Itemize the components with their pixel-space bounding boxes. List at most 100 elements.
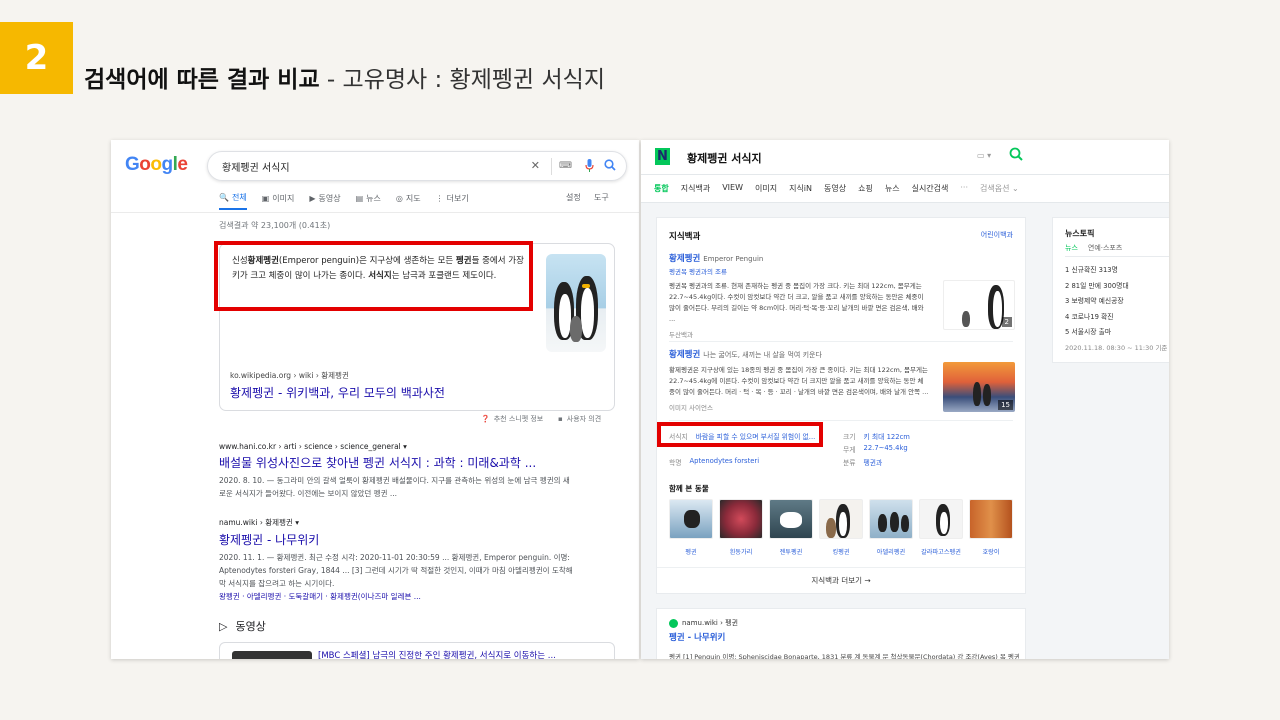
result-title[interactable]: 배설물 위성사진으로 찾아낸 펭귄 서식지 : 과학 : 미래&과학 ... <box>219 454 599 471</box>
mic-icon[interactable] <box>585 159 594 176</box>
snippet-feedback[interactable]: ▪ 사용자 의견 <box>558 414 601 424</box>
close-icon[interactable]: ✕ <box>531 159 540 173</box>
entry-subtitle[interactable]: 펭귄목 펭귄과의 조류 <box>669 266 1015 276</box>
result-url[interactable]: namu.wiki › 황제펭귄 ▾ <box>219 517 599 528</box>
tools-link[interactable]: 도구 <box>594 192 609 203</box>
animal-label[interactable]: 킹펭귄 <box>819 547 863 556</box>
tab-kin[interactable]: 지식iN <box>789 183 812 194</box>
naver-logo[interactable]: N <box>655 148 670 165</box>
news-topic-item[interactable]: 2 81일 만에 300명대 <box>1065 280 1129 296</box>
animal-label[interactable]: 호랑이 <box>969 547 1013 556</box>
tab-realtime[interactable]: 실시간검색 <box>912 183 949 194</box>
snippet-info[interactable]: ❓ 추천 스니펫 정보 <box>481 414 543 424</box>
google-logo[interactable]: Google <box>125 154 188 176</box>
tab-images[interactable]: ▣ 이미지 <box>262 192 295 210</box>
search-input[interactable]: 황제펭귄 서식지 <box>222 159 290 174</box>
logo-letter: e <box>177 154 188 175</box>
related-animal-item[interactable]: 호랑이 <box>969 499 1013 556</box>
animal-thumbnail[interactable] <box>819 499 863 539</box>
tab-all[interactable]: 🔍 전체 <box>219 192 247 210</box>
search-box[interactable]: 황제펭귄 서식지 ✕ ⌨ <box>207 151 627 181</box>
related-animal-item[interactable]: 펭귄 <box>669 499 713 556</box>
news-topic-item[interactable]: 4 코로나19 확진 <box>1065 311 1129 327</box>
result-sitelinks[interactable]: 왕펭귄 · 아델리펭귄 · 도둑갈매기 · 황제펭귄(이나즈마 일레븐 ... <box>219 591 599 602</box>
search-input[interactable]: 황제펭귄 서식지 <box>687 150 762 166</box>
logo-letter: g <box>161 154 174 175</box>
info-value-sci[interactable]: Aptenodytes forsteri <box>690 457 760 467</box>
search-icon[interactable] <box>1009 147 1023 165</box>
related-animal-item[interactable]: 젠투펭귄 <box>769 499 813 556</box>
animal-label[interactable]: 펭귄 <box>669 547 713 556</box>
tab-view[interactable]: VIEW <box>722 183 743 194</box>
animal-thumbnail[interactable] <box>969 499 1013 539</box>
entry-thumbnail[interactable]: 15 <box>943 362 1015 412</box>
search-options[interactable]: 검색옵션 ⌄ <box>980 183 1019 194</box>
search-result: namu.wiki › 황제펭귄 ▾ 황제펭귄 - 나무위키 2020. 11.… <box>219 517 599 602</box>
related-animal-item[interactable]: 흰동가리 <box>719 499 763 556</box>
news-topic-item[interactable]: 5 서울시장 출마 <box>1065 326 1129 342</box>
tab-label: 지도 <box>405 194 421 203</box>
site-favicon-icon <box>669 618 678 628</box>
video-title[interactable]: [MBC 스페셜] 남극의 진정한 주인 황제펭귄, 서식지로 이동하는 ... <box>318 649 556 659</box>
naver-results-screenshot: N 황제펭귄 서식지 ▭ ▾ 통합 지식백과 VIEW 이미지 지식iN 동영상… <box>641 140 1169 659</box>
result-url[interactable]: www.hani.co.kr › arti › science › scienc… <box>219 442 599 451</box>
entry-title[interactable]: 황제펭귄 나는 굶어도, 새끼는 내 살을 먹여 키운다 <box>669 348 1015 360</box>
related-animal-item[interactable]: 아델리펭귄 <box>869 499 913 556</box>
entry-source[interactable]: 두산백과 <box>669 329 1015 339</box>
tab-more[interactable]: ⋮ 더보기 <box>436 192 469 210</box>
tab-shopping[interactable]: 쇼핑 <box>858 183 873 194</box>
news-topic-item[interactable]: 3 보령제약 예신공장 <box>1065 295 1129 311</box>
kids-encyclopedia-link[interactable]: 어린이백과 <box>981 230 1013 240</box>
news-tab-entertainment[interactable]: 연예·스포츠 <box>1088 243 1122 253</box>
tab-label: 더보기 <box>446 194 469 203</box>
encyclopedia-more-link[interactable]: 지식백과 더보기 → <box>657 567 1025 593</box>
tab-news[interactable]: ▤ 뉴스 <box>356 192 381 210</box>
info-value-size[interactable]: 키 최대 122cm <box>864 431 910 441</box>
tab-videos[interactable]: ▶ 동영상 <box>309 192 340 210</box>
animal-label[interactable]: 갈라파고스펭귄 <box>919 547 963 556</box>
video-thumbnail[interactable] <box>232 651 312 659</box>
search-icon[interactable] <box>604 159 616 175</box>
settings-link[interactable]: 설정 <box>566 192 581 203</box>
news-tab-news[interactable]: 뉴스 <box>1065 243 1078 253</box>
info-label: 무게 <box>843 446 856 454</box>
animal-label[interactable]: 흰동가리 <box>719 547 763 556</box>
tab-icon: 🔍 <box>219 193 229 202</box>
info-classification: 분류 펭귄과 <box>843 457 882 467</box>
related-animal-item[interactable]: 킹펭귄 <box>819 499 863 556</box>
keyboard-icon[interactable]: ⌨ <box>559 159 572 173</box>
related-animal-item[interactable]: 갈라파고스펭귄 <box>919 499 963 556</box>
snippet-result-link[interactable]: 황제펭귄 - 위키백과, 우리 모두의 백과사전 <box>230 384 445 401</box>
highlight-box-google-snippet <box>214 241 533 311</box>
info-value-class[interactable]: 펭귄과 <box>864 457 883 467</box>
snippet-feedback-label: 사용자 의견 <box>566 415 602 423</box>
animal-thumbnail[interactable] <box>919 499 963 539</box>
animal-thumbnail[interactable] <box>719 499 763 539</box>
entry-thumbnail[interactable]: 2 <box>943 280 1015 330</box>
web-result-url: namu.wiki › 펭귄 <box>682 619 739 627</box>
video-result[interactable]: [MBC 스페셜] 남극의 진정한 주인 황제펭귄, 서식지로 이동하는 ... <box>219 642 615 659</box>
animal-label[interactable]: 아델리펭귄 <box>869 547 913 556</box>
tab-integrated[interactable]: 통합 <box>654 183 669 194</box>
web-result-source[interactable]: namu.wiki › 펭귄 <box>669 618 738 628</box>
animal-label[interactable]: 젠투펭귄 <box>769 547 813 556</box>
tab-maps[interactable]: ◎ 지도 <box>396 192 421 210</box>
tab-videos[interactable]: 동영상 <box>824 183 846 194</box>
entry-title[interactable]: 황제펭귄 Emperor Penguin <box>669 252 1015 264</box>
web-result-title[interactable]: 펭귄 - 나무위키 <box>669 631 725 643</box>
tab-news[interactable]: 뉴스 <box>885 183 900 194</box>
keyboard-icon[interactable]: ▭ ▾ <box>977 151 991 160</box>
result-title[interactable]: 황제펭귄 - 나무위키 <box>219 531 599 548</box>
snippet-info-label: 추천 스니펫 정보 <box>493 415 544 423</box>
tab-more[interactable]: ··· <box>960 183 968 194</box>
penguin-image[interactable] <box>546 254 606 352</box>
animal-thumbnail[interactable] <box>869 499 913 539</box>
animal-thumbnail[interactable] <box>669 499 713 539</box>
news-topic-item[interactable]: 1 신규확진 313명 <box>1065 264 1129 280</box>
tab-encyclopedia[interactable]: 지식백과 <box>681 183 710 194</box>
logo-letter: o <box>150 154 162 175</box>
tab-images[interactable]: 이미지 <box>755 183 777 194</box>
info-value-weight[interactable]: 22.7~45.4kg <box>864 444 908 454</box>
info-label: 학명 <box>669 459 682 467</box>
animal-thumbnail[interactable] <box>769 499 813 539</box>
